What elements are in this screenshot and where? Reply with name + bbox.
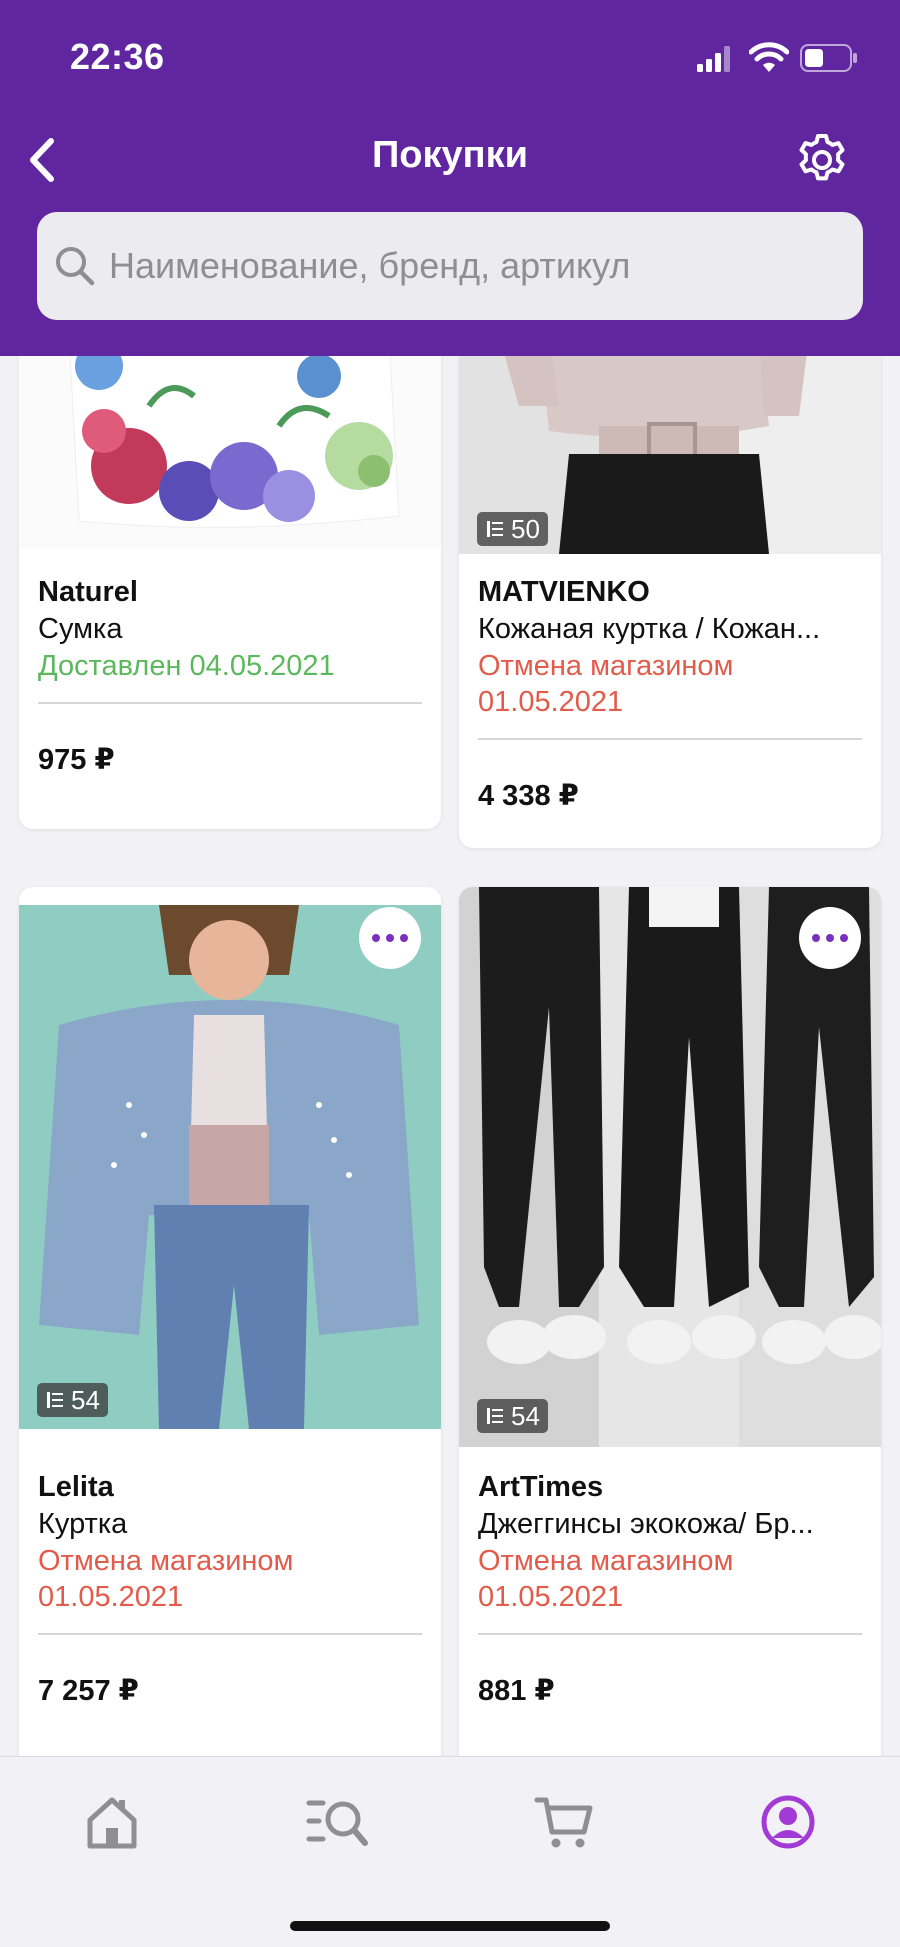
- product-price: 7 257 ₽: [38, 1675, 139, 1707]
- photos-count-badge: 54: [477, 1399, 548, 1433]
- bag-image: [19, 356, 441, 548]
- product-image: 50: [459, 356, 881, 554]
- profile-icon: [761, 1795, 815, 1849]
- purchases-grid: Naturel Сумка Доставлен 04.05.2021 975 ₽: [0, 356, 900, 1756]
- product-image: 54: [19, 905, 441, 1429]
- product-info: Lelita Куртка Отмена магазином 01.05.202…: [19, 1469, 441, 1708]
- home-icon: [87, 1797, 137, 1849]
- tab-home[interactable]: [72, 1787, 152, 1857]
- home-indicator: [290, 1921, 610, 1931]
- product-info: Naturel Сумка Доставлен 04.05.2021 975 ₽: [19, 574, 441, 777]
- more-dot: [386, 934, 394, 942]
- product-brand: ArtTimes: [478, 1471, 604, 1503]
- tab-catalog[interactable]: [298, 1787, 378, 1857]
- battery-icon: [800, 44, 857, 72]
- product-card[interactable]: 50 MATVIENKO Кожаная куртка / Кожан... О…: [459, 356, 881, 848]
- product-price: 4 338 ₽: [478, 780, 579, 812]
- more-dot: [826, 934, 834, 942]
- product-name: Куртка: [38, 1508, 128, 1540]
- list-icon: [47, 1392, 63, 1408]
- more-dot: [372, 934, 380, 942]
- search-bar[interactable]: [37, 212, 863, 320]
- wifi-icon: [749, 42, 789, 72]
- more-options-button[interactable]: [359, 907, 421, 969]
- product-price: 975 ₽: [38, 744, 115, 776]
- order-status-date: 01.05.2021: [38, 1581, 184, 1613]
- product-price: 881 ₽: [478, 1675, 555, 1707]
- order-status: Отмена магазином: [478, 1545, 734, 1577]
- header: 22:36 Покупки: [0, 0, 900, 356]
- product-card[interactable]: 54 Lelita Куртка Отмена магазином 01.05.…: [19, 887, 441, 1756]
- order-status: Отмена магазином: [38, 1545, 294, 1577]
- page-title: Покупки: [371, 134, 528, 176]
- product-brand: MATVIENKO: [478, 576, 650, 608]
- status-time: 22:36: [70, 36, 165, 77]
- denim-jacket-image: [19, 905, 441, 1429]
- catalog-search-icon: [306, 1800, 368, 1846]
- settings-button[interactable]: [790, 128, 854, 192]
- photos-count-badge: 54: [37, 1383, 108, 1417]
- tab-cart[interactable]: [524, 1787, 604, 1857]
- search-icon: [56, 247, 95, 286]
- photos-count-badge: 50: [477, 512, 548, 546]
- product-name: Сумка: [38, 613, 123, 645]
- list-icon: [487, 521, 503, 537]
- search-input[interactable]: [109, 245, 829, 287]
- photos-count: 54: [511, 1400, 540, 1431]
- cellular-signal-icon: [697, 46, 730, 72]
- product-brand: Lelita: [38, 1471, 114, 1503]
- more-options-button[interactable]: [799, 907, 861, 969]
- leggings-image: [459, 887, 881, 1447]
- divider: [38, 702, 422, 704]
- product-card[interactable]: Naturel Сумка Доставлен 04.05.2021 975 ₽: [19, 356, 441, 829]
- product-card[interactable]: 54 ArtTimes Джеггинсы экокожа/ Бр... Отм…: [459, 887, 881, 1756]
- product-image: 54: [459, 887, 881, 1447]
- order-status: Отмена магазином: [478, 650, 734, 682]
- order-status-date: 01.05.2021: [478, 1581, 624, 1613]
- more-dot: [812, 934, 820, 942]
- order-status-date: 01.05.2021: [478, 686, 624, 718]
- more-dot: [400, 934, 408, 942]
- divider: [478, 738, 862, 740]
- divider: [38, 1633, 422, 1635]
- product-info: MATVIENKO Кожаная куртка / Кожан... Отме…: [459, 574, 881, 813]
- product-name: Кожаная куртка / Кожан...: [478, 613, 821, 645]
- product-info: ArtTimes Джеггинсы экокожа/ Бр... Отмена…: [459, 1469, 881, 1708]
- list-icon: [487, 1408, 503, 1424]
- product-brand: Naturel: [38, 576, 138, 608]
- divider: [478, 1633, 862, 1635]
- product-name: Джеггинсы экокожа/ Бр...: [478, 1508, 814, 1540]
- photos-count: 54: [71, 1384, 100, 1415]
- tab-profile[interactable]: [748, 1787, 828, 1857]
- product-image: [19, 356, 441, 548]
- more-dot: [840, 934, 848, 942]
- nav-bar: Покупки: [0, 118, 900, 200]
- order-status: Доставлен 04.05.2021: [38, 650, 335, 682]
- tab-bar: [0, 1756, 900, 1947]
- photos-count: 50: [511, 513, 540, 544]
- gear-icon: [799, 134, 845, 181]
- status-bar: 22:36: [0, 0, 900, 110]
- cart-icon: [534, 1797, 593, 1848]
